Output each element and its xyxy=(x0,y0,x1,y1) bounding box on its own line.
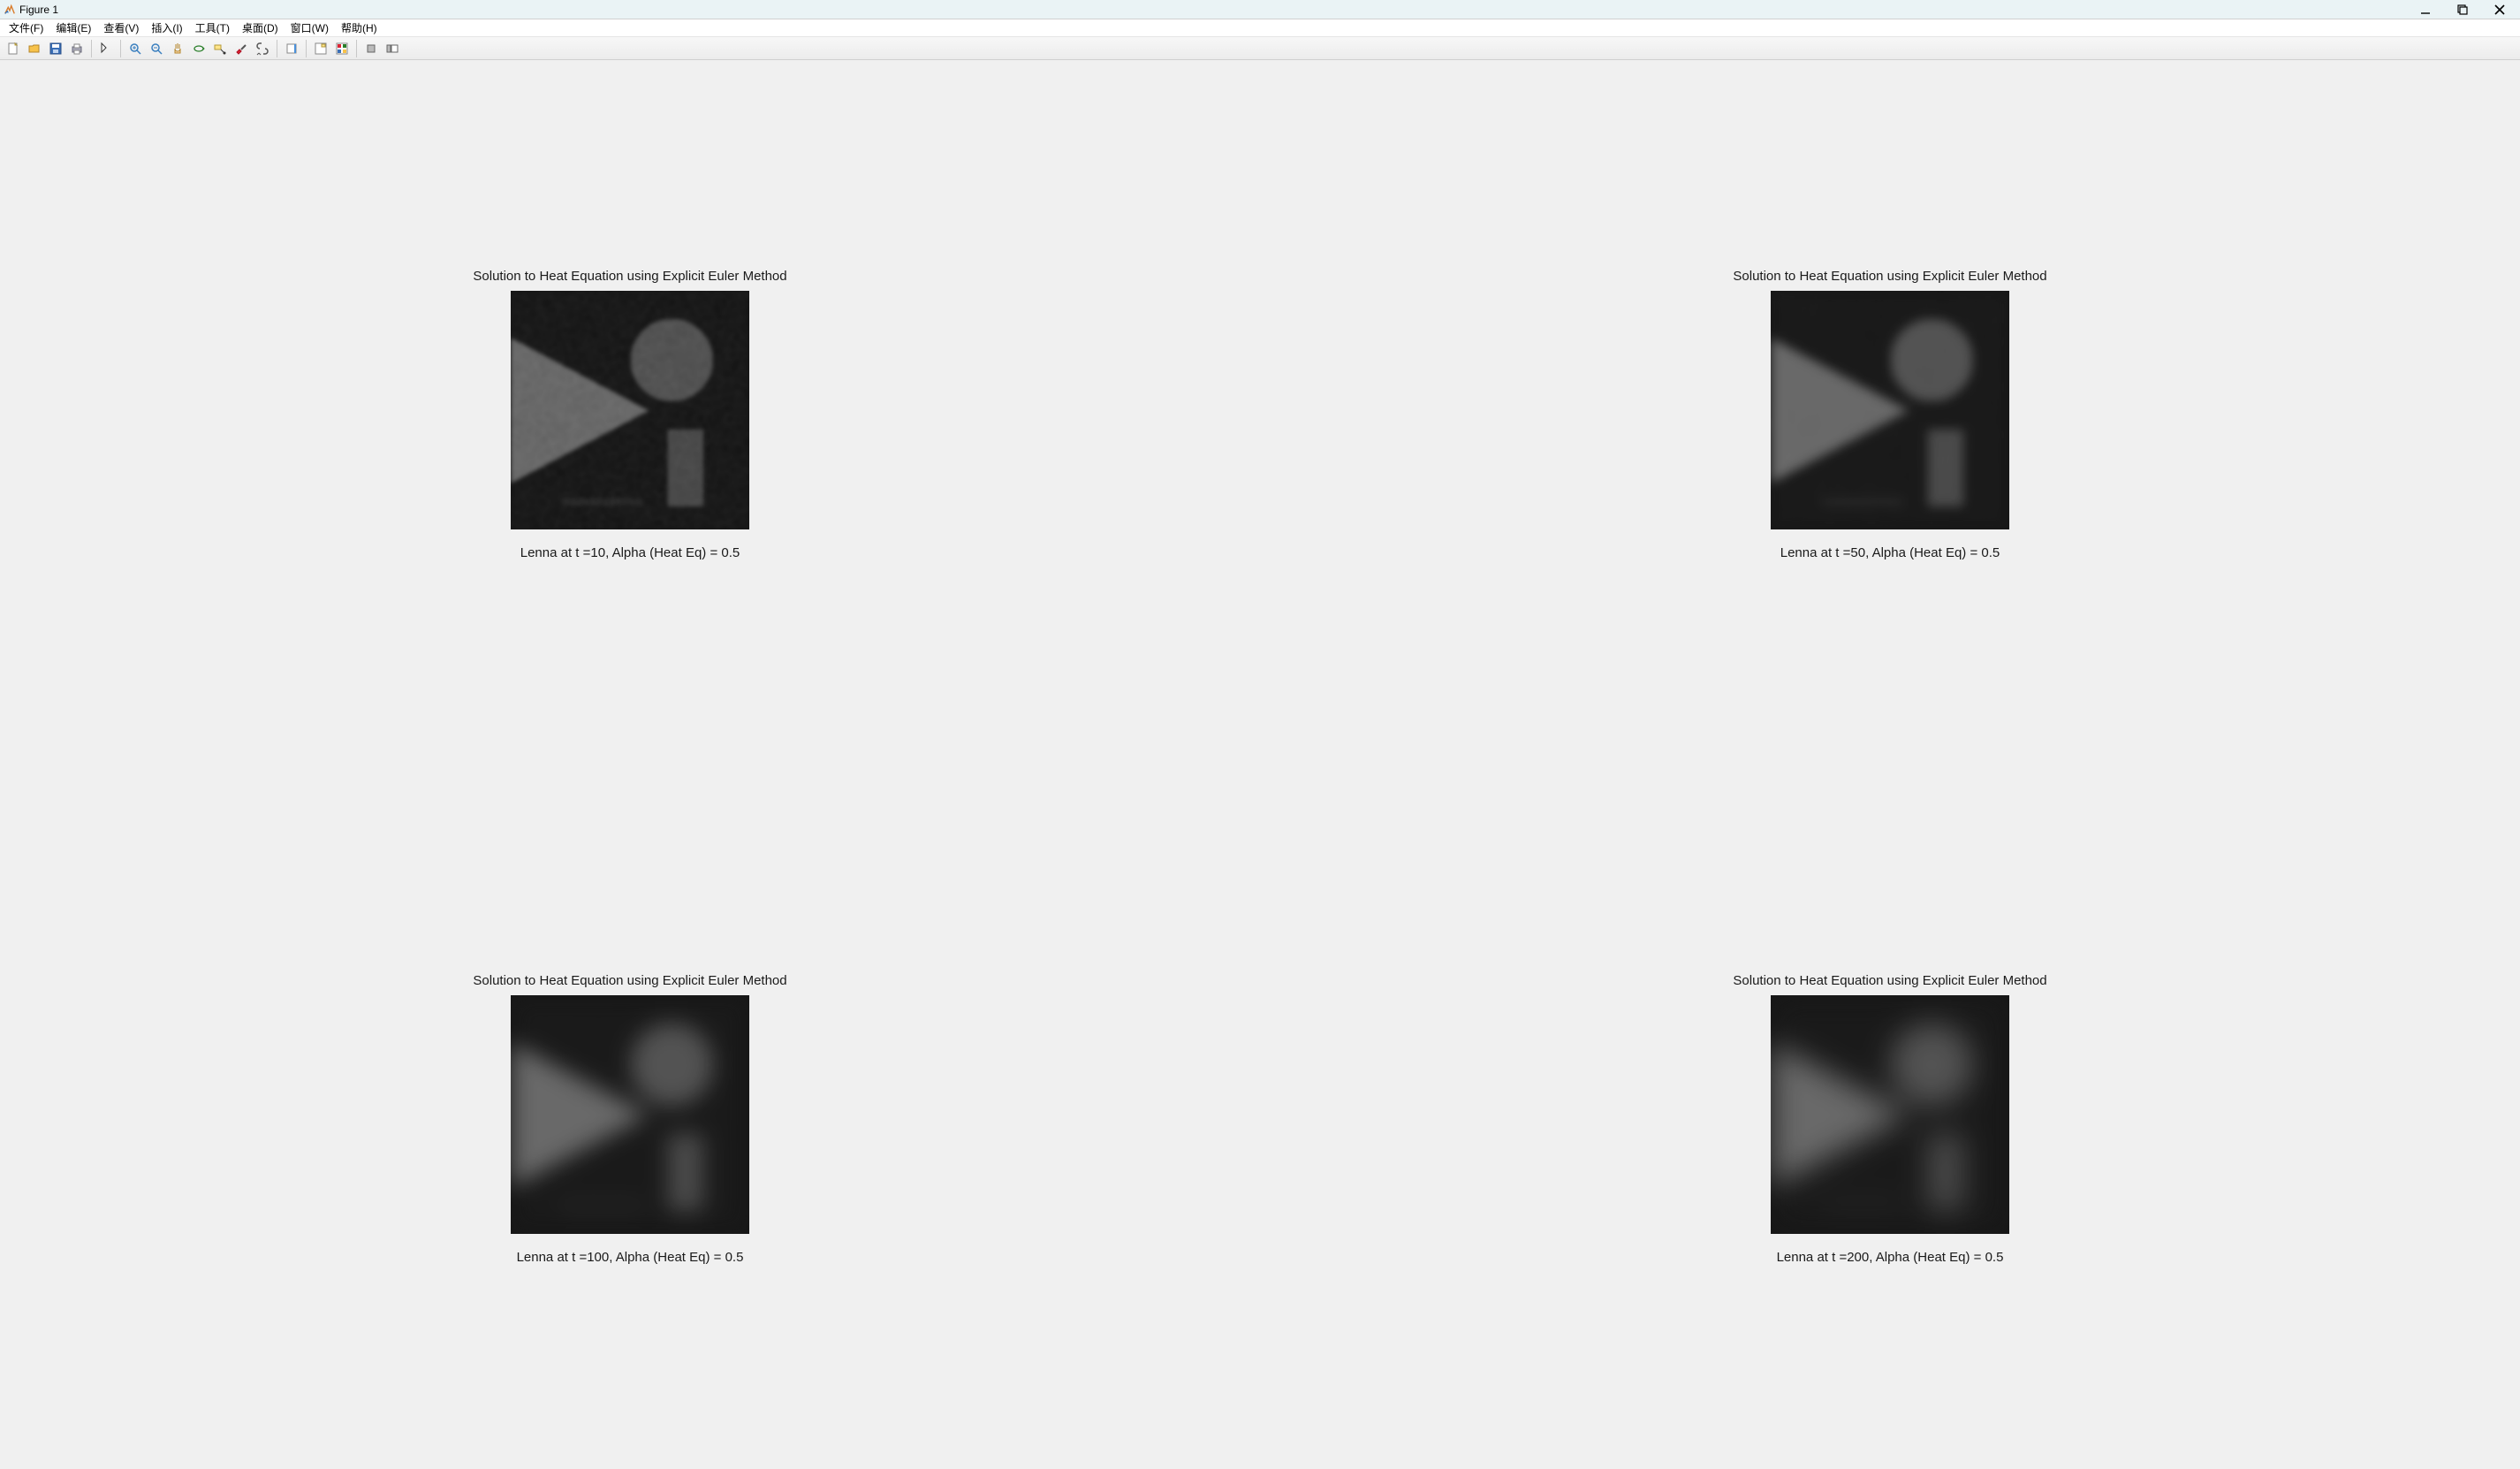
close-button[interactable] xyxy=(2490,0,2509,19)
brush-button[interactable] xyxy=(232,39,251,58)
zoom-in-button[interactable] xyxy=(125,39,145,58)
window-controls xyxy=(2416,0,2509,19)
subplot-1-title: Solution to Heat Equation using Explicit… xyxy=(473,269,786,284)
subplot-1-image[interactable] xyxy=(511,291,749,529)
annotate-button[interactable] xyxy=(332,39,352,58)
subplot-4-image[interactable] xyxy=(1771,995,2009,1234)
toolbar xyxy=(0,37,2520,60)
subplot-2-image[interactable] xyxy=(1771,291,2009,529)
data-cursor-button[interactable] xyxy=(210,39,230,58)
subplot-4-title: Solution to Heat Equation using Explicit… xyxy=(1733,973,2046,988)
subplot-4-xlabel: Lenna at t =200, Alpha (Heat Eq) = 0.5 xyxy=(1777,1250,2004,1265)
subplot-2-xlabel: Lenna at t =50, Alpha (Heat Eq) = 0.5 xyxy=(1780,545,2000,560)
toolbar-separator xyxy=(306,40,307,57)
menu-edit[interactable]: 编辑(E) xyxy=(50,19,96,36)
insert-legend-button[interactable] xyxy=(311,39,330,58)
zoom-out-button[interactable] xyxy=(147,39,166,58)
subplot-3-title: Solution to Heat Equation using Explicit… xyxy=(473,973,786,988)
figure-canvas-area[interactable]: Solution to Heat Equation using Explicit… xyxy=(0,60,2520,1469)
insert-colorbar-button[interactable] xyxy=(282,39,301,58)
matlab-icon xyxy=(4,4,16,16)
menu-desktop[interactable]: 桌面(D) xyxy=(237,19,284,36)
hide-plot-tools-button[interactable] xyxy=(361,39,381,58)
subplot-1-xlabel: Lenna at t =10, Alpha (Heat Eq) = 0.5 xyxy=(520,545,740,560)
print-button[interactable] xyxy=(67,39,87,58)
pan-button[interactable] xyxy=(168,39,187,58)
save-button[interactable] xyxy=(46,39,65,58)
show-plot-tools-button[interactable] xyxy=(383,39,402,58)
menubar: 文件(F) 编辑(E) 查看(V) 插入(I) 工具(T) 桌面(D) 窗口(W… xyxy=(0,19,2520,37)
maximize-button[interactable] xyxy=(2453,0,2472,19)
titlebar: Figure 1 xyxy=(0,0,2520,19)
subplot-1: Solution to Heat Equation using Explicit… xyxy=(0,60,1260,765)
open-button[interactable] xyxy=(25,39,44,58)
subplot-3-xlabel: Lenna at t =100, Alpha (Heat Eq) = 0.5 xyxy=(517,1250,744,1265)
subplot-3: Solution to Heat Equation using Explicit… xyxy=(0,765,1260,1469)
new-figure-button[interactable] xyxy=(4,39,23,58)
toolbar-separator xyxy=(356,40,357,57)
menu-window[interactable]: 窗口(W) xyxy=(285,19,334,36)
edit-plot-button[interactable] xyxy=(96,39,116,58)
subplot-2: Solution to Heat Equation using Explicit… xyxy=(1260,60,2520,765)
menu-tools[interactable]: 工具(T) xyxy=(190,19,235,36)
subplot-3-image[interactable] xyxy=(511,995,749,1234)
minimize-button[interactable] xyxy=(2416,0,2435,19)
window-title: Figure 1 xyxy=(19,4,58,16)
menu-insert[interactable]: 插入(I) xyxy=(146,19,187,36)
subplot-4: Solution to Heat Equation using Explicit… xyxy=(1260,765,2520,1469)
menu-view[interactable]: 查看(V) xyxy=(98,19,144,36)
figure-window: Figure 1 文件(F) 编辑(E) 查看(V) 插入(I) 工具(T) 桌… xyxy=(0,0,2520,1469)
rotate-3d-button[interactable] xyxy=(189,39,209,58)
subplot-2-title: Solution to Heat Equation using Explicit… xyxy=(1733,269,2046,284)
menu-file[interactable]: 文件(F) xyxy=(4,19,49,36)
toolbar-separator xyxy=(91,40,92,57)
toolbar-separator xyxy=(120,40,121,57)
link-data-button[interactable] xyxy=(253,39,272,58)
menu-help[interactable]: 帮助(H) xyxy=(336,19,383,36)
subplot-grid: Solution to Heat Equation using Explicit… xyxy=(0,60,2520,1469)
